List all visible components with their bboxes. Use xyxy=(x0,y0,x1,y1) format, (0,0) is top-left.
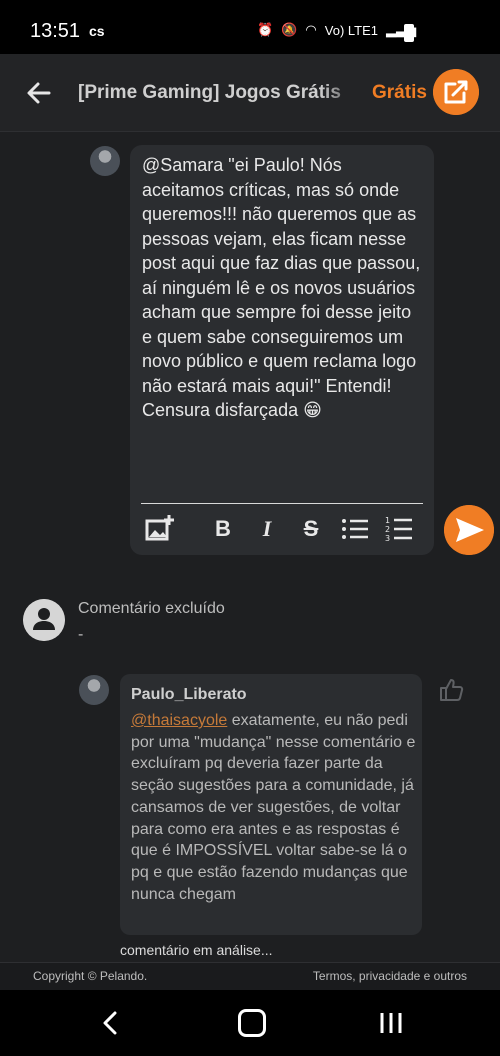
user-icon xyxy=(23,599,65,641)
copyright-text: Copyright © Pelando. xyxy=(33,969,148,983)
numbered-list-icon[interactable]: 1 2 3 xyxy=(383,513,415,545)
deleted-comment-title: Comentário excluído xyxy=(78,600,225,617)
alarm-icon: ⏰ xyxy=(257,22,274,37)
comments-area: @Samara "ei Paulo! Nós aceitamos crítica… xyxy=(0,133,500,963)
send-icon[interactable] xyxy=(444,505,494,555)
status-icons: ⏰ 🔕 ◠ Vo) LTE1 ▂▃▅ xyxy=(257,22,416,38)
page-title: [Prime Gaming] Jogos Grátis xyxy=(78,82,341,103)
nav-recent-icon[interactable] xyxy=(377,1011,405,1035)
reply-author[interactable]: Paulo_Liberato xyxy=(131,686,247,704)
wifi-icon: ◠ xyxy=(305,22,317,37)
reply-comment: Paulo_Liberato @thaisacyole exatamente, … xyxy=(120,674,422,935)
carrier-mark: cs xyxy=(89,23,105,39)
terms-link[interactable]: Termos, privacidade e outros xyxy=(313,969,467,983)
system-navbar xyxy=(0,990,500,1056)
thumbs-up-icon[interactable] xyxy=(438,677,464,703)
svg-text:1: 1 xyxy=(385,516,390,525)
battery-icon xyxy=(404,24,414,42)
italic-icon[interactable]: I xyxy=(251,513,283,545)
avatar xyxy=(90,146,120,176)
format-toolbar: B I S 1 2 3 xyxy=(141,513,427,547)
mention-link[interactable]: @thaisacyole xyxy=(131,712,227,729)
composer-divider xyxy=(141,503,423,504)
status-bar: 13:51 cs ⏰ 🔕 ◠ Vo) LTE1 ▂▃▅ xyxy=(0,0,500,54)
svg-text:2: 2 xyxy=(385,525,390,534)
app-bar: [Prime Gaming] Jogos Grátis Grátis xyxy=(0,54,500,132)
back-arrow-icon[interactable] xyxy=(22,76,56,110)
reply-text: @thaisacyole exatamente, eu não pedi por… xyxy=(131,710,417,905)
network-label: Vo) LTE1 xyxy=(324,22,378,38)
nav-back-icon[interactable] xyxy=(98,1010,124,1036)
footer: Copyright © Pelando. Termos, privacidade… xyxy=(0,962,500,990)
status-time: 13:51 xyxy=(30,20,81,42)
reply-body: exatamente, eu não pedi por uma "mudança… xyxy=(131,712,416,903)
comment-composer[interactable]: @Samara "ei Paulo! Nós aceitamos crítica… xyxy=(130,145,434,555)
deleted-user-avatar xyxy=(23,599,65,641)
external-link-icon[interactable] xyxy=(433,69,479,115)
bold-icon[interactable]: B xyxy=(207,513,239,545)
comment-text-input[interactable]: @Samara "ei Paulo! Nós aceitamos crítica… xyxy=(142,153,424,423)
deleted-comment-body: - xyxy=(78,626,84,643)
svg-text:3: 3 xyxy=(385,534,390,543)
strikethrough-icon[interactable]: S xyxy=(295,513,327,545)
bullet-list-icon[interactable] xyxy=(339,513,371,545)
deal-price[interactable]: Grátis xyxy=(372,82,427,104)
image-add-icon[interactable] xyxy=(143,513,175,545)
nav-home-icon[interactable] xyxy=(238,1009,266,1037)
review-status: comentário em análise... xyxy=(120,942,273,958)
title-fade xyxy=(320,74,365,114)
mute-icon: 🔕 xyxy=(281,22,298,37)
avatar xyxy=(79,675,109,705)
